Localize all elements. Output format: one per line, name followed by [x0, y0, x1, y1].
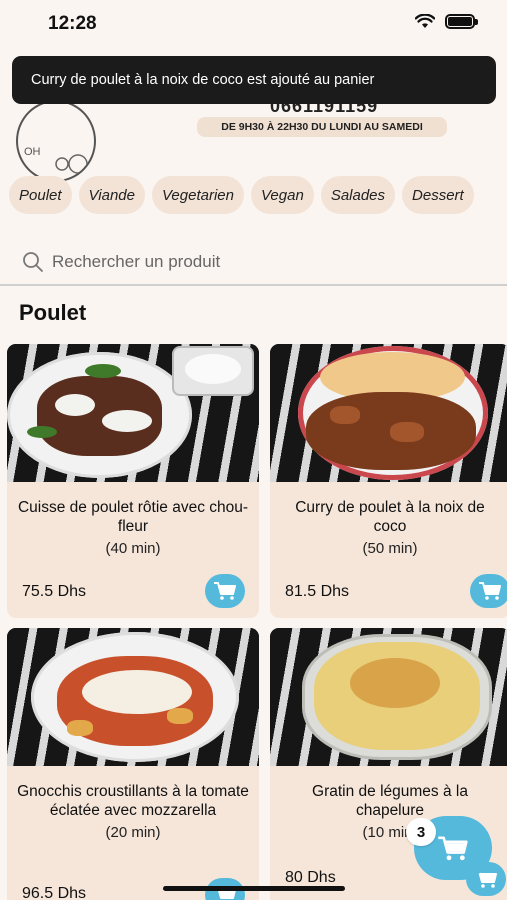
search-bar[interactable]: Rechercher un produit [0, 240, 507, 286]
product-image [270, 628, 507, 766]
toast-message: Curry de poulet à la noix de coco est aj… [31, 72, 375, 88]
product-price: 75.5 Dhs [22, 583, 87, 600]
status-bar: 12:28 [0, 0, 507, 48]
add-to-cart-button[interactable] [205, 574, 245, 608]
product-title: Gnocchis croustillants à la tomate éclat… [17, 783, 249, 819]
opening-hours-badge: DE 9H30 À 22H30 DU LUNDI AU SAMEDI [197, 117, 447, 137]
cart-icon [214, 582, 236, 600]
home-indicator [163, 886, 345, 891]
cart-icon [479, 582, 501, 600]
category-chip-viande[interactable]: Viande [78, 176, 145, 214]
product-card[interactable]: Curry de poulet à la noix de coco (50 mi… [270, 344, 507, 618]
status-icons [415, 14, 478, 29]
product-image [7, 344, 259, 482]
product-time: (40 min) [105, 540, 161, 557]
product-title: Gratin de légumes à la chapelure [312, 783, 468, 819]
product-price: 80 Dhs [285, 869, 336, 886]
added-to-cart-toast: Curry de poulet à la noix de coco est aj… [12, 56, 496, 104]
product-image [7, 628, 259, 766]
cart-icon [438, 835, 468, 860]
product-card[interactable]: Cuisse de poulet rôtie avec chou-fleur (… [7, 344, 259, 618]
cart-count-badge: 3 [406, 818, 436, 846]
category-chips: Poulet Viande Vegetarien Vegan Salades D… [0, 176, 507, 214]
category-chip-salades[interactable]: Salades [320, 176, 396, 214]
product-title: Cuisse de poulet rôtie avec chou-fleur [17, 499, 249, 535]
search-icon [23, 252, 43, 272]
product-time: (20 min) [105, 824, 161, 841]
product-image [270, 344, 507, 482]
product-price: 81.5 Dhs [285, 583, 350, 600]
category-chip-poulet[interactable]: Poulet [9, 176, 72, 214]
product-card[interactable]: Gnocchis croustillants à la tomate éclat… [7, 628, 259, 900]
product-time: (50 min) [362, 540, 418, 557]
category-chip-vegan[interactable]: Vegan [250, 176, 314, 214]
wifi-icon [415, 14, 435, 28]
product-title: Curry de poulet à la noix de coco [295, 499, 485, 535]
category-chip-dessert[interactable]: Dessert [402, 176, 474, 214]
search-input[interactable]: Rechercher un produit [52, 252, 220, 272]
add-to-cart-button[interactable] [470, 574, 507, 608]
product-price: 96.5 Dhs [22, 885, 87, 900]
battery-icon [445, 14, 478, 29]
restaurant-logo: OH [16, 100, 96, 182]
section-title: Poulet [19, 300, 87, 325]
status-time: 12:28 [48, 13, 97, 34]
category-chip-vegetarien[interactable]: Vegetarien [151, 176, 244, 214]
